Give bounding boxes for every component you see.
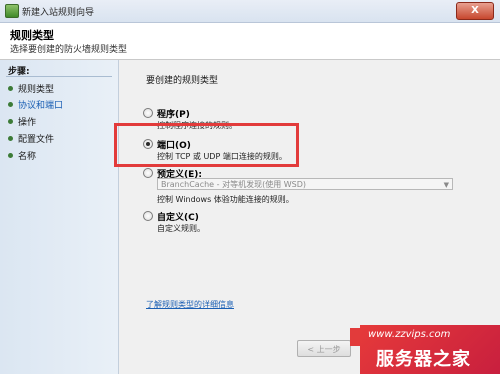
firewall-app-icon (5, 4, 19, 18)
step-label: 名称 (18, 152, 37, 162)
radio-predefined[interactable] (143, 168, 153, 178)
step-profile[interactable]: 配置文件 (8, 132, 54, 145)
step-label: 规则类型 (18, 85, 55, 95)
predefined-select[interactable]: BranchCache - 对等机发现(使用 WSD) ▼ (157, 178, 453, 190)
radio-custom[interactable] (143, 211, 153, 221)
window-title: 新建入站规则向导 (22, 8, 95, 18)
option-desc: 控制 Windows 体验功能连接的规则。 (157, 195, 294, 204)
step-label: 操作 (18, 118, 37, 128)
page-title: 规则类型 (10, 29, 54, 42)
step-name[interactable]: 名称 (8, 149, 36, 162)
step-bullet-icon (8, 86, 13, 91)
page-subtitle: 选择要创建的防火墙规则类型 (10, 45, 128, 55)
watermark-url: www.zzvips.com (368, 329, 451, 340)
step-label: 协议和端口 (18, 101, 64, 111)
title-bar: 新建入站规则向导 X (0, 0, 500, 23)
step-bullet-icon (8, 102, 13, 107)
site-watermark: www.zzvips.com 服务器之家 (360, 325, 500, 374)
option-label: 自定义(C) (157, 213, 199, 223)
chevron-down-icon: ▼ (443, 181, 449, 189)
highlight-box (114, 123, 299, 167)
step-protocol-port[interactable]: 协议和端口 (8, 98, 63, 111)
predefined-select-value: BranchCache - 对等机发现(使用 WSD) (161, 180, 307, 189)
option-desc: 自定义规则。 (157, 224, 205, 233)
watermark-brand: 服务器之家 (376, 349, 471, 370)
step-bullet-icon (8, 136, 13, 141)
step-rule-type[interactable]: 规则类型 (8, 82, 54, 95)
step-action[interactable]: 操作 (8, 115, 36, 128)
steps-divider (6, 76, 112, 77)
option-label: 程序(P) (157, 110, 190, 120)
step-label: 配置文件 (18, 135, 55, 145)
close-button[interactable]: X (456, 2, 494, 20)
step-bullet-icon (8, 119, 13, 124)
back-button[interactable]: < 上一步 (297, 340, 351, 357)
steps-panel: 步骤: 规则类型 协议和端口 操作 配置文件 名称 (0, 60, 119, 374)
radio-program[interactable] (143, 108, 153, 118)
wizard-header: 规则类型 选择要创建的防火墙规则类型 (0, 23, 500, 60)
step-bullet-icon (8, 153, 13, 158)
learn-more-link[interactable]: 了解规则类型的详细信息 (146, 299, 234, 310)
rule-type-prompt: 要创建的规则类型 (146, 76, 219, 86)
